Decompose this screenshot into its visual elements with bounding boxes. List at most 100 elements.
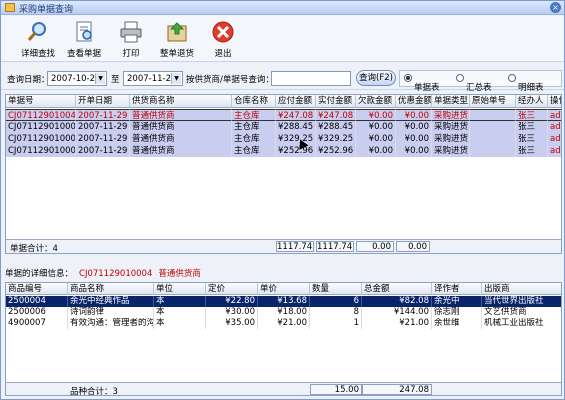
document-view-icon <box>76 21 92 42</box>
date-from-picker[interactable]: 2007-10-29 ▼ <box>47 71 107 86</box>
order-cell: 采购进货 <box>434 145 470 157</box>
orders-summary-row: 单据合计：4 1117.74 1117.74 0.00 0.00 <box>6 239 561 253</box>
detail-search-label: 详细查找 <box>20 49 55 59</box>
amount-total: 247.08 <box>362 384 432 395</box>
order-cell <box>470 133 516 145</box>
detail-row[interactable]: 2500004 余光中经典作品本 ¥22.80 ¥13.68 6 ¥82.08 余光中 当代世… <box>6 296 561 307</box>
detail-cell: 本 <box>154 318 206 329</box>
column-header[interactable]: 供货商名称 <box>130 95 232 108</box>
detail-cell: 6 <box>310 296 362 307</box>
view-mode-group: 单据表 汇总表 明细表 <box>399 70 562 93</box>
exit-icon <box>212 21 234 43</box>
order-row[interactable]: CJ071129010001 2007-11-29 普通供货商 主仓库 ¥252.96 ¥… <box>6 145 561 157</box>
title-bar: 采购单据查询 × <box>1 1 564 15</box>
quantity-total: 15.00 <box>310 384 362 395</box>
detail-grid-header: 商品编号 商品名称 单位 定价 单价 数量 总金额 译作者 出版商 <box>6 283 561 295</box>
orders-grid-header: 单据号 开单日期 供货商名称 仓库名称 应付金额 实付金额 欠款金额 优惠金额 … <box>6 95 561 108</box>
order-cell: 主仓库 <box>232 121 276 133</box>
column-header[interactable]: 单价 <box>258 283 310 295</box>
radio-summary-table[interactable]: 汇总表 <box>456 74 492 93</box>
detail-supplier: 普通供货商 <box>158 269 201 279</box>
column-header[interactable]: 优惠金额 <box>396 95 432 108</box>
column-header[interactable]: 实付金额 <box>316 95 356 108</box>
column-header[interactable]: 应付金额 <box>276 95 316 108</box>
detail-row[interactable]: 4900007 有效沟通：管理者的沟本 ¥35.00 ¥21.00 1 ¥21.00 余世维… <box>6 318 561 329</box>
view-document-button[interactable]: 查看单据 <box>64 19 104 61</box>
column-header[interactable]: 操作 <box>548 95 561 108</box>
date-to-picker[interactable]: 2007-11-29 ▼ <box>123 71 183 86</box>
order-cell: 普通供货商 <box>130 121 232 133</box>
date-to-value: 2007-11-29 <box>127 74 177 84</box>
detail-info-label: 单据的详细信息： <box>5 269 74 279</box>
detail-row[interactable]: 2500006 诗词韵律本 ¥30.00 ¥18.00 8 ¥144.00 徐志刚 文艺供货商 <box>6 307 561 318</box>
order-row[interactable]: CJ071129010002 2007-11-29 普通供货商 主仓库 ¥329.25 ¥… <box>6 133 561 145</box>
column-header[interactable]: 数量 <box>310 283 362 295</box>
order-cell <box>470 145 516 157</box>
return-whole-order-label: 整单退货 <box>159 49 194 59</box>
detail-cell: 机械工业出版社 <box>482 318 561 329</box>
order-cell: 张三 <box>516 133 548 145</box>
to-label: 至 <box>111 75 120 85</box>
detail-cell: 2500006 <box>6 307 68 318</box>
detail-cell: ¥21.00 <box>362 318 432 329</box>
view-document-label: 查看单据 <box>66 49 101 59</box>
order-cell: 主仓库 <box>232 145 276 157</box>
order-cell: 2007-11-29 <box>76 121 130 133</box>
chevron-down-icon[interactable]: ▼ <box>95 73 105 84</box>
column-header[interactable]: 商品编号 <box>6 283 68 295</box>
date-from-value: 2007-10-29 <box>51 74 101 84</box>
radio-detail-table[interactable]: 明细表 <box>508 74 544 93</box>
order-cell: ¥0.00 <box>396 145 432 157</box>
column-header[interactable]: 开单日期 <box>76 95 130 108</box>
radio-order-table[interactable]: 单据表 <box>404 74 440 93</box>
detail-cell: 徐志刚 <box>432 307 482 318</box>
detail-cell: ¥21.00 <box>258 318 310 329</box>
detail-cell: ¥13.68 <box>258 296 310 307</box>
order-cell: 普通供货商 <box>130 109 232 121</box>
toolbar: 详细查找 查看单据 打印 整单退货 退出 <box>1 16 564 62</box>
column-header[interactable]: 出版商 <box>482 283 561 295</box>
order-cell: CJ071129010001 <box>8 145 76 157</box>
detail-cell: ¥35.00 <box>206 318 258 329</box>
column-header[interactable]: 经办人 <box>516 95 548 108</box>
detail-cell: 2500004 <box>6 296 68 307</box>
print-button[interactable]: 打印 <box>117 19 145 61</box>
detail-order-no: CJ071129010004 <box>79 269 153 279</box>
column-header[interactable]: 仓库名称 <box>232 95 276 108</box>
query-bar: 查询日期： 2007-10-29 ▼ 至 2007-11-29 ▼ 按供货商/单据号… <box>1 66 564 93</box>
order-cell: ¥0.00 <box>396 133 432 145</box>
order-row[interactable]: CJ071129010003 2007-11-29 普通供货商 主仓库 ¥288.45 ¥… <box>6 121 561 133</box>
order-cell: 采购进货 <box>434 133 470 145</box>
detail-search-button[interactable]: 详细查找 <box>19 19 57 61</box>
order-cell: ¥0.00 <box>356 133 396 145</box>
close-window-button[interactable]: × <box>550 2 561 13</box>
exit-label: 退出 <box>214 49 232 59</box>
order-row[interactable]: CJ07112901004 2007-11-29 普通供货商 主仓库 ¥247.08 ¥2… <box>6 109 561 121</box>
column-header[interactable]: 商品名称 <box>68 283 154 295</box>
column-header[interactable]: 定价 <box>206 283 258 295</box>
app-icon <box>5 3 15 12</box>
return-whole-order-button[interactable]: 整单退货 <box>158 19 196 61</box>
order-cell: 采购进货 <box>432 109 470 121</box>
column-header[interactable]: 总金额 <box>362 283 432 295</box>
column-header[interactable]: 单据类型 <box>432 95 470 108</box>
order-cell: 张三 <box>516 121 548 133</box>
column-header[interactable]: 原始单号 <box>470 95 516 108</box>
order-cell: CJ07112901004 <box>6 109 76 121</box>
column-header[interactable]: 单位 <box>154 283 206 295</box>
search-button[interactable]: 查询(F2) <box>356 70 396 86</box>
exit-button[interactable]: 退出 <box>209 19 237 61</box>
order-cell: ¥0.00 <box>356 121 396 133</box>
chevron-down-icon[interactable]: ▼ <box>171 73 181 84</box>
supplier-order-label: 按供货商/单据号查询： <box>186 75 274 85</box>
order-cell: ¥252.96 <box>276 145 316 157</box>
detail-cell: 文艺供货商 <box>482 307 561 318</box>
orders-count-label: 单据合计：4 <box>10 244 58 254</box>
orders-grid: 单据号 开单日期 供货商名称 仓库名称 应付金额 实付金额 欠款金额 优惠金额 … <box>5 94 562 254</box>
order-cell: ¥329.25 <box>316 133 356 145</box>
column-header[interactable]: 欠款金额 <box>356 95 396 108</box>
supplier-order-input[interactable] <box>271 71 351 86</box>
order-cell: 张三 <box>516 109 548 121</box>
column-header[interactable]: 译作者 <box>432 283 482 295</box>
column-header[interactable]: 单据号 <box>6 95 76 108</box>
